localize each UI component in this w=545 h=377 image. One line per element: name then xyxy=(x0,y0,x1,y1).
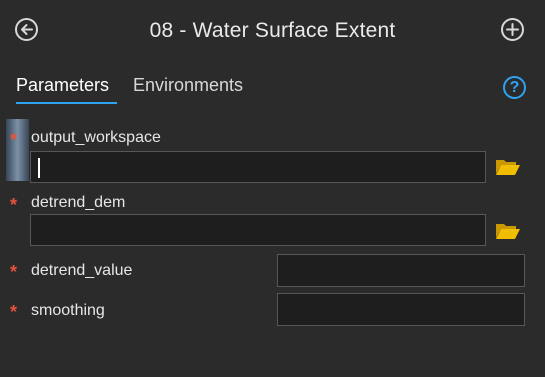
required-marker: * xyxy=(10,302,18,322)
param-label-smoothing: smoothing xyxy=(31,302,105,319)
active-tab-indicator xyxy=(16,102,117,104)
detrend-dem-input[interactable] xyxy=(30,214,486,246)
required-marker: * xyxy=(10,130,18,150)
param-label-detrend-dem: detrend_dem xyxy=(31,194,126,211)
tool-header: 08 - Water Surface Extent xyxy=(0,0,545,64)
detrend-value-input[interactable] xyxy=(277,254,525,287)
required-marker: * xyxy=(10,195,18,215)
tab-parameters[interactable]: Parameters xyxy=(16,75,109,96)
add-button[interactable] xyxy=(501,18,524,41)
browse-detrend-dem-button[interactable] xyxy=(495,221,521,241)
browse-output-workspace-button[interactable] xyxy=(495,157,521,177)
focused-row-indicator xyxy=(6,119,29,181)
output-workspace-input[interactable] xyxy=(30,151,486,183)
param-label-detrend-value: detrend_value xyxy=(31,262,133,279)
folder-icon xyxy=(496,160,520,175)
plus-circle-icon xyxy=(506,23,519,36)
tool-title: 08 - Water Surface Extent xyxy=(149,19,396,42)
required-marker: * xyxy=(10,262,18,282)
smoothing-input[interactable] xyxy=(277,293,525,326)
folder-icon xyxy=(496,224,520,239)
help-button[interactable]: ? xyxy=(503,76,526,99)
tab-environments[interactable]: Environments xyxy=(133,75,243,96)
text-caret xyxy=(38,158,40,178)
help-icon: ? xyxy=(509,78,520,96)
param-label-output-workspace: output_workspace xyxy=(31,129,161,146)
